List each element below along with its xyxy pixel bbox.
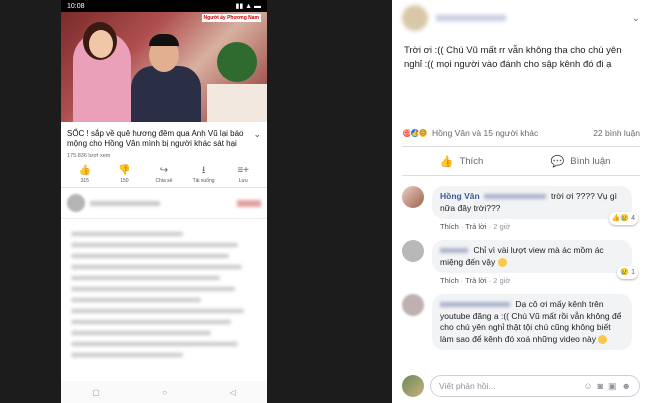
video-title-block: SỐC ! sắp về quê hương đêm qua Anh Vũ lạ… xyxy=(61,122,267,151)
poster-name-blurred[interactable] xyxy=(436,15,506,21)
channel-name-blurred xyxy=(90,200,160,206)
thumbs-up-icon: 👍 xyxy=(78,165,92,176)
reply-composer: Viết phản hồi... ☺ ◙ ▣ ☻ xyxy=(392,369,650,403)
like-button[interactable]: 👍 315 xyxy=(70,165,100,184)
share-button[interactable]: ↪ Chia sẻ xyxy=(149,165,179,184)
comment-item: Hồng Vân trời ơi ???? Vụ gì nữa đây trời… xyxy=(392,186,650,232)
emoji-icon[interactable]: ☺ xyxy=(583,381,592,392)
sad-emoji-icon xyxy=(598,334,608,344)
comment-bubble: Hồng Vân trời ơi ???? Vụ gì nữa đây trời… xyxy=(432,186,638,225)
reaction-badge[interactable]: 👍😢 4 xyxy=(608,211,638,225)
thumbnail-tree xyxy=(217,42,257,82)
video-title: SỐC ! sắp về quê hương đêm qua Anh Vũ lạ… xyxy=(67,129,244,148)
my-avatar xyxy=(402,375,424,397)
recent-apps-icon[interactable]: ▢ xyxy=(92,388,100,397)
post-text: Trời ơi :(( Chú Vũ mất rr vẫn không tha … xyxy=(404,45,622,70)
comment-item: Chỉ vì vài lượt view mà ác mồm ác miệng … xyxy=(392,240,650,286)
home-icon[interactable]: ○ xyxy=(162,388,167,397)
comment-post-button[interactable]: 💬 Bình luận xyxy=(521,155,640,168)
reactors-text[interactable]: Hồng Vân và 15 người khác xyxy=(432,128,538,138)
description-blurred xyxy=(61,219,267,370)
sticker-icon[interactable]: ☻ xyxy=(622,381,631,392)
channel-row[interactable] xyxy=(61,188,267,219)
comment-reply-link[interactable]: Trả lời xyxy=(465,276,486,285)
status-time: 10:08 xyxy=(67,2,85,10)
comment-bubble: Chỉ vì vài lượt view mà ác mồm ác miệng … xyxy=(432,240,638,279)
commenter-avatar[interactable] xyxy=(402,186,424,208)
video-actions: 👍 315 👎 150 ↪ Chia sẻ ⭳ Tải xuống ≡+ Lưu xyxy=(61,161,267,188)
more-options-icon[interactable]: ⌄ xyxy=(632,13,640,24)
sad-reaction-icon: ☹ xyxy=(418,128,428,138)
composer-icons: ☺ ◙ ▣ ☻ xyxy=(583,381,631,392)
phone-screenshot: 10:08 ▮▮ ▲ ▬ Người ấy Phương Nam SỐC ! s… xyxy=(61,0,267,403)
reaction-count: 4 xyxy=(631,214,635,222)
reactions-row[interactable]: ☹ 👍 ☹ Hồng Vân và 15 người khác 22 bình … xyxy=(392,124,650,142)
playlist-add-icon: ≡+ xyxy=(237,165,250,176)
thumbnail-face-woman xyxy=(89,30,113,58)
reply-input[interactable]: Viết phản hồi... ☺ ◙ ▣ ☻ xyxy=(430,375,640,397)
camera-icon[interactable]: ◙ xyxy=(598,381,603,392)
comment-author-blurred[interactable] xyxy=(440,248,468,254)
phone-nav-bar: ▢ ○ ◁ xyxy=(61,381,267,403)
poster-avatar-blurred[interactable] xyxy=(402,5,428,31)
like-post-button[interactable]: 👍 Thích xyxy=(402,155,521,168)
post-actions: 👍 Thích 💬 Bình luận xyxy=(402,146,640,176)
gif-icon[interactable]: ▣ xyxy=(608,381,617,392)
like-count: 315 xyxy=(80,178,89,184)
commenter-avatar-blurred[interactable] xyxy=(402,240,424,262)
comment-like-link[interactable]: Thích xyxy=(440,222,459,231)
comment-meta: Thích · Trả lời · 2 giờ xyxy=(440,276,511,285)
share-label: Chia sẻ xyxy=(155,178,173,184)
view-count: 175.836 lượt xem xyxy=(67,153,111,159)
status-icons: ▮▮ ▲ ▬ xyxy=(235,3,261,10)
thumbnail-table xyxy=(207,84,267,122)
video-thumbnail[interactable]: Người ấy Phương Nam xyxy=(61,12,267,122)
comment-reply-link[interactable]: Trả lời xyxy=(465,222,486,231)
subscribe-button-blurred[interactable] xyxy=(237,199,261,207)
back-icon[interactable]: ◁ xyxy=(230,388,236,397)
thumbnail-hair-man xyxy=(149,34,179,46)
dislike-button[interactable]: 👎 150 xyxy=(109,165,139,184)
save-label: Lưu xyxy=(238,178,248,184)
comment-icon: 💬 xyxy=(550,155,565,168)
download-icon: ⭳ xyxy=(201,165,206,176)
comment-label: Bình luận xyxy=(570,155,611,167)
comment-time: 2 giờ xyxy=(493,222,511,231)
chevron-down-icon[interactable]: ⌄ xyxy=(253,129,261,139)
like-label: Thích xyxy=(459,155,484,167)
reaction-badge[interactable]: 😢 1 xyxy=(617,265,638,279)
thumbnail-person-man xyxy=(131,66,201,122)
reaction-count: 1 xyxy=(631,268,635,276)
thumbnail-logo: Người ấy Phương Nam xyxy=(201,14,261,22)
share-icon: ↪ xyxy=(159,165,169,176)
comment-author[interactable]: Hồng Vân xyxy=(440,191,480,201)
reply-placeholder: Viết phản hồi... xyxy=(439,381,496,391)
comment-item: Dạ cô ơi mấy kênh trên youtube đăng a :(… xyxy=(392,294,650,350)
facebook-post: ⌄ Trời ơi :(( Chú Vũ mất rr vẫn không th… xyxy=(392,0,650,403)
commenter-avatar-blurred[interactable] xyxy=(402,294,424,316)
channel-avatar xyxy=(67,194,85,212)
comment-author-blurred[interactable] xyxy=(440,302,510,308)
post-header: ⌄ xyxy=(392,0,650,36)
comment-meta: Thích · Trả lời · 2 giờ xyxy=(440,222,511,231)
save-button[interactable]: ≡+ Lưu xyxy=(228,165,258,184)
status-bar: 10:08 ▮▮ ▲ ▬ xyxy=(61,0,267,12)
download-button[interactable]: ⭳ Tải xuống xyxy=(189,165,219,184)
comment-like-link[interactable]: Thích xyxy=(440,276,459,285)
comment-time: 2 giờ xyxy=(493,276,511,285)
dislike-count: 150 xyxy=(120,178,129,184)
thumbs-down-icon: 👎 xyxy=(118,165,131,176)
comment-bubble: Dạ cô ơi mấy kênh trên youtube đăng a :(… xyxy=(432,294,632,350)
comment-count[interactable]: 22 bình luận xyxy=(593,128,640,138)
laughing-emoji-icon xyxy=(497,257,507,267)
thumbs-up-icon: 👍 xyxy=(439,155,454,168)
tag-blurred xyxy=(483,194,546,200)
download-label: Tải xuống xyxy=(192,178,215,184)
